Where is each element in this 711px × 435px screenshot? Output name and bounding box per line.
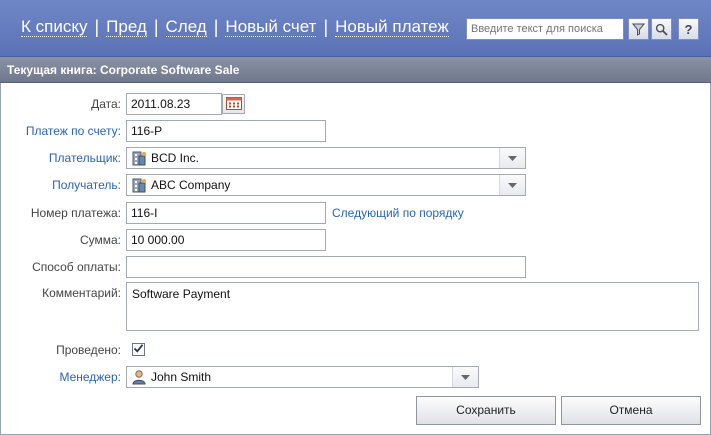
help-button[interactable]: ? (678, 18, 699, 40)
payer-select[interactable]: BCD Inc. (126, 147, 526, 169)
company-icon (131, 177, 147, 193)
nav-prev[interactable]: Пред (106, 17, 147, 37)
payee-link-label[interactable]: Получатель: (0, 174, 121, 196)
nav-new-payment[interactable]: Новый платеж (335, 17, 449, 37)
search-button[interactable] (651, 18, 672, 40)
nav-new-invoice[interactable]: Новый счет (225, 17, 317, 37)
search-input[interactable] (466, 18, 624, 40)
calendar-button[interactable] (222, 94, 245, 114)
top-toolbar: К списку | Пред | След | Новый счет | Но… (0, 0, 711, 57)
payment-number-label: Номер платежа: (30, 206, 121, 220)
comment-label: Комментарий: (42, 286, 121, 300)
nav-separator: | (213, 16, 219, 37)
payment-method-label: Способ оплаты: (32, 260, 121, 274)
help-icon: ? (684, 21, 693, 37)
save-button[interactable]: Сохранить (416, 396, 556, 425)
current-book-title: Текущая книга: Corporate Software Sale (0, 57, 711, 83)
filter-button[interactable] (628, 18, 649, 40)
invoice-field[interactable] (126, 120, 326, 142)
manager-link-label[interactable]: Менеджер: (0, 366, 121, 388)
next-number-link[interactable]: Следующий по порядку (332, 202, 464, 224)
checkmark-icon (133, 343, 144, 357)
nav-separator: | (153, 16, 159, 37)
cancel-button[interactable]: Отмена (561, 396, 701, 425)
date-field[interactable] (126, 93, 222, 115)
comment-field[interactable]: Software Payment (126, 282, 699, 331)
payment-number-field[interactable] (126, 202, 326, 224)
posted-label: Проведено: (56, 343, 121, 357)
nav-back-to-list[interactable]: К списку (21, 17, 88, 37)
payment-method-field[interactable] (126, 256, 526, 278)
amount-label: Сумма: (79, 233, 121, 247)
chevron-down-icon (499, 148, 525, 168)
calendar-icon (225, 96, 242, 113)
date-label: Дата: (91, 97, 121, 111)
posted-checkbox[interactable] (132, 343, 145, 356)
nav-separator: | (323, 16, 329, 37)
payer-link-label[interactable]: Плательщик: (0, 147, 121, 169)
invoice-link-label[interactable]: Платеж по счету: (0, 120, 121, 142)
nav-separator: | (94, 16, 100, 37)
nav-links: К списку | Пред | След | Новый счет | Но… (21, 17, 449, 37)
chevron-down-icon (452, 367, 478, 387)
search-icon (655, 23, 668, 36)
filter-icon (632, 23, 645, 36)
company-icon (131, 150, 147, 166)
chevron-down-icon (499, 175, 525, 195)
manager-value: John Smith (151, 370, 212, 384)
payer-value: BCD Inc. (151, 151, 200, 165)
payee-select[interactable]: ABC Company (126, 174, 526, 196)
nav-next[interactable]: След (165, 17, 207, 37)
payee-value: ABC Company (151, 178, 231, 192)
manager-select[interactable]: John Smith (126, 366, 479, 388)
amount-field[interactable] (126, 229, 326, 251)
user-icon (131, 369, 147, 385)
